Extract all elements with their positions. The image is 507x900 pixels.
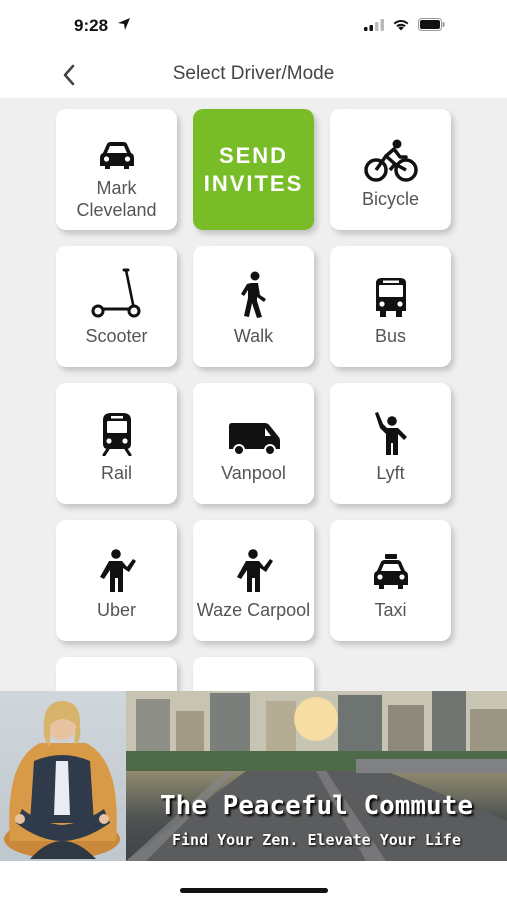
tile-label: Walk <box>233 325 274 346</box>
ad-subtitle: Find Your Zen. Elevate Your Life <box>172 831 461 849</box>
car-icon <box>98 119 136 171</box>
status-icons <box>364 18 445 31</box>
taxi-icon <box>371 541 411 593</box>
wifi-icon <box>393 19 409 31</box>
status-time: 9:28 <box>74 16 109 35</box>
walk-icon <box>238 267 270 319</box>
tile-uber[interactable]: Uber <box>56 520 177 641</box>
tile-label: Rail <box>100 462 132 483</box>
tile-vanpool[interactable]: Vanpool <box>193 383 314 504</box>
tile-label: Bicycle <box>361 188 419 209</box>
tile-label: Mark Cleveland <box>76 177 157 220</box>
hail-icon <box>98 541 136 593</box>
bottom-safe-area <box>0 861 507 900</box>
hail-icon <box>372 404 410 456</box>
tile-label: Bus <box>374 325 407 346</box>
tile-scooter[interactable]: Scooter <box>56 246 177 367</box>
cellular-signal-icon <box>364 18 384 31</box>
tile-bicycle[interactable]: Bicycle <box>330 109 451 230</box>
tile-lyft[interactable]: Lyft <box>330 383 451 504</box>
battery-icon <box>418 18 445 31</box>
van-icon <box>227 404 281 456</box>
tile-label: Uber <box>96 599 136 620</box>
hail-icon <box>235 541 273 593</box>
page-title: Select Driver/Mode <box>172 63 335 84</box>
tile-label: Waze Carpool <box>196 599 311 620</box>
tile-mark-cleveland[interactable]: Mark Cleveland <box>56 109 177 230</box>
tile-label: Scooter <box>85 325 148 346</box>
tile-label: Vanpool <box>221 462 286 483</box>
ad-banner[interactable]: The Peaceful Commute Find Your Zen. Elev… <box>0 691 507 861</box>
rail-icon <box>99 404 135 456</box>
tile-label: Taxi <box>374 599 407 620</box>
ad-title: The Peaceful Commute <box>159 791 474 821</box>
tile-rail[interactable]: Rail <box>56 383 177 504</box>
tile-label: Lyft <box>376 462 405 483</box>
send-invites-button[interactable]: SEND INVITES <box>193 109 314 230</box>
tile-bus[interactable]: Bus <box>330 246 451 367</box>
location-arrow-icon <box>118 18 130 30</box>
mode-grid: Mark Cleveland SEND INVITES Bicycle Scoo… <box>56 109 451 778</box>
tile-walk[interactable]: Walk <box>193 246 314 367</box>
send-invites-label: SEND INVITES <box>203 142 304 196</box>
status-bar: 9:28 <box>0 0 507 50</box>
nav-bar: Select Driver/Mode <box>0 50 507 98</box>
scooter-icon <box>90 267 144 319</box>
ad-person-image <box>0 691 126 861</box>
home-indicator[interactable] <box>180 888 328 893</box>
tile-waze-carpool[interactable]: Waze Carpool <box>193 520 314 641</box>
bicycle-icon <box>363 130 418 182</box>
bus-icon <box>373 267 409 319</box>
tile-taxi[interactable]: Taxi <box>330 520 451 641</box>
